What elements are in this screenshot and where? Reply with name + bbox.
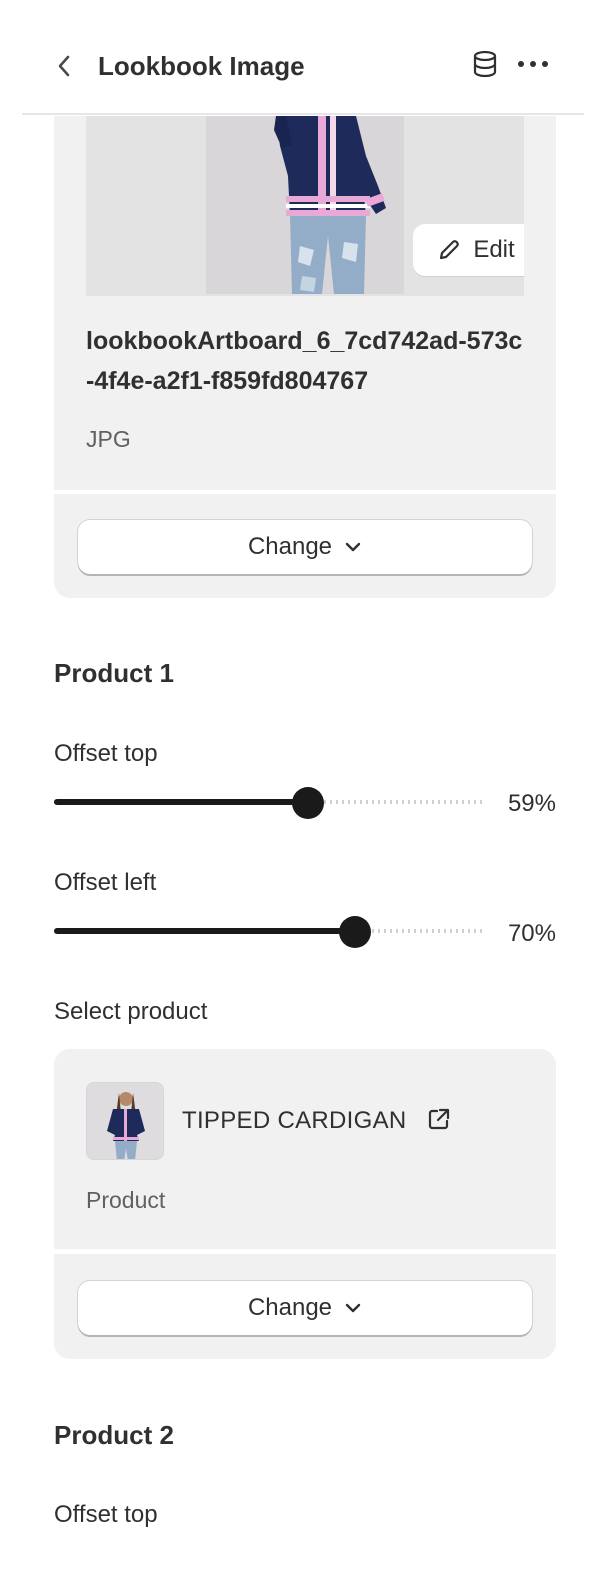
chevron-left-icon: [58, 55, 70, 77]
offset-left-slider[interactable]: [54, 916, 484, 948]
pencil-icon: [440, 240, 460, 260]
data-source-button[interactable]: [466, 46, 504, 82]
database-icon: [473, 50, 497, 78]
slider-fill: [54, 928, 355, 934]
change-product-button[interactable]: Change: [78, 1281, 532, 1335]
image-filename: lookbookArtboard_6_7cd742ad-573c-4f4e-a2…: [86, 327, 523, 395]
external-link-icon[interactable]: [426, 1106, 452, 1132]
more-actions-button[interactable]: [512, 46, 554, 82]
slider-thumb[interactable]: [291, 787, 324, 819]
card-divider: [54, 1249, 556, 1254]
chevron-down-icon: [345, 542, 361, 552]
slider-fill: [54, 799, 308, 805]
product-thumbnail: [86, 1082, 164, 1160]
product-name: TIPPED CARDIGAN: [182, 1107, 407, 1134]
chevron-down-icon: [345, 1303, 361, 1313]
edit-image-button[interactable]: Edit: [413, 224, 524, 276]
offset-left-label: Offset left: [54, 869, 157, 896]
image-filetype: JPG: [86, 426, 131, 452]
lookbook-photo: [206, 116, 404, 294]
offset-top-label: Offset top: [54, 740, 158, 767]
card-divider: [54, 490, 556, 494]
edit-label: Edit: [473, 236, 515, 263]
product-1-heading: Product 1: [54, 658, 174, 688]
image-picker-card: Edit lookbookArtboard_6_7cd742ad-573c-4f…: [54, 116, 556, 598]
selected-product-card: TIPPED CARDIGAN Product Change: [54, 1049, 556, 1359]
change-label: Change: [247, 1294, 333, 1321]
offset-top-value: 59%: [507, 790, 556, 817]
product-2-offset-top-label: Offset top: [54, 1501, 158, 1528]
select-product-label: Select product: [54, 998, 208, 1025]
change-image-button[interactable]: Change: [78, 520, 532, 574]
editor-header: Lookbook Image: [0, 0, 610, 116]
back-button[interactable]: [48, 46, 80, 86]
product-2-heading: Product 2: [54, 1420, 174, 1450]
ellipsis-icon: [518, 61, 548, 67]
offset-top-slider[interactable]: [54, 787, 484, 819]
change-label: Change: [247, 533, 333, 560]
offset-left-value: 70%: [507, 920, 556, 947]
product-type: Product: [86, 1187, 166, 1213]
header-divider: [22, 113, 584, 115]
image-preview[interactable]: Edit: [86, 116, 524, 296]
slider-thumb[interactable]: [339, 916, 371, 948]
page-title: Lookbook Image: [98, 51, 305, 81]
